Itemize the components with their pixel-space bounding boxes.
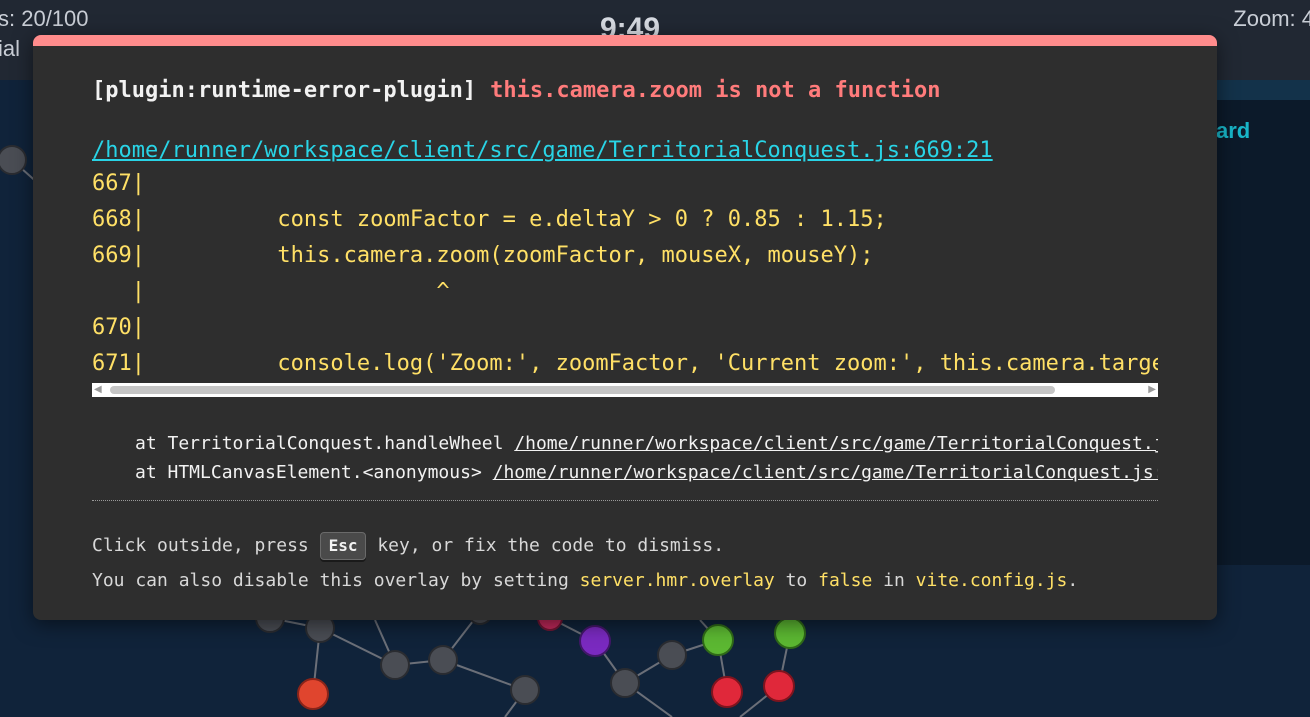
tip-line-dismiss: Click outside, press Esc key, or fix the… <box>92 528 1078 563</box>
territory-node[interactable] <box>0 145 27 175</box>
code-frame[interactable]: 667| 668| const zoomFactor = e.deltaY > … <box>92 171 1158 381</box>
stack-frame-function: at TerritorialConquest.handleWheel <box>135 433 515 454</box>
scroll-left-arrow-icon[interactable]: ◀ <box>94 384 102 395</box>
territory-node[interactable] <box>380 650 410 680</box>
error-message: this.camera.zoom is not a function <box>490 78 941 103</box>
error-file-link[interactable]: /home/runner/workspace/client/src/game/T… <box>92 138 993 163</box>
stack-frame-location[interactable]: /home/runner/workspace/client/src/game/T… <box>493 462 1158 483</box>
territory-node[interactable] <box>774 617 806 649</box>
scroll-right-arrow-icon[interactable]: ▶ <box>1148 384 1156 395</box>
config-file-code: vite.config.js <box>915 570 1068 591</box>
tip-text: in <box>872 570 916 591</box>
code-line: 668| const zoomFactor = e.deltaY > 0 ? 0… <box>92 207 887 232</box>
tip-text: to <box>774 570 819 591</box>
overlay-tip: Click outside, press Esc key, or fix the… <box>92 528 1078 598</box>
stack-frame: at HTMLCanvasElement.<anonymous> /home/r… <box>92 458 1158 487</box>
tip-text: key, or fix the code to dismiss. <box>366 535 725 556</box>
error-plugin-name: [plugin:runtime-error-plugin] <box>92 78 477 103</box>
code-line: 670| <box>92 315 145 340</box>
tip-text: . <box>1067 570 1079 591</box>
error-title: [plugin:runtime-error-plugin] this.camera… <box>92 78 940 103</box>
code-line: 669| this.camera.zoom(zoomFactor, mouseX… <box>92 243 874 268</box>
territory-node[interactable] <box>702 624 734 656</box>
territory-node[interactable] <box>610 668 640 698</box>
territory-node[interactable] <box>763 670 795 702</box>
stack-frame-location[interactable]: /home/runner/workspace/client/src/game/T… <box>514 433 1158 454</box>
stack-trace: at TerritorialConquest.handleWheel /home… <box>92 429 1158 487</box>
scroll-thumb[interactable] <box>110 386 1055 394</box>
code-line: 671| console.log('Zoom:', zoomFactor, 'C… <box>92 351 1158 376</box>
territory-node[interactable] <box>657 640 687 670</box>
error-overlay: [plugin:runtime-error-plugin] this.camera… <box>33 35 1217 620</box>
tip-text: Click outside, press <box>92 535 320 556</box>
false-value-code: false <box>818 570 873 591</box>
territory-node[interactable] <box>579 625 611 657</box>
tip-text: You can also disable this overlay by set… <box>92 570 580 591</box>
esc-key-badge: Esc <box>319 532 367 560</box>
tip-line-disable: You can also disable this overlay by set… <box>92 563 1078 598</box>
territory-node[interactable] <box>428 645 458 675</box>
hmr-setting-code: server.hmr.overlay <box>579 570 775 591</box>
territory-node[interactable] <box>711 676 743 708</box>
stack-frame: at TerritorialConquest.handleWheel /home… <box>92 429 1158 458</box>
code-frame-scrollbar[interactable]: ◀ ▶ <box>92 383 1158 397</box>
code-line: 667| <box>92 171 145 196</box>
territory-node[interactable] <box>510 675 540 705</box>
divider <box>92 500 1158 501</box>
territory-node[interactable] <box>297 678 329 710</box>
stack-frame-function: at HTMLCanvasElement.<anonymous> <box>135 462 493 483</box>
code-line-caret: | ^ <box>92 279 450 304</box>
